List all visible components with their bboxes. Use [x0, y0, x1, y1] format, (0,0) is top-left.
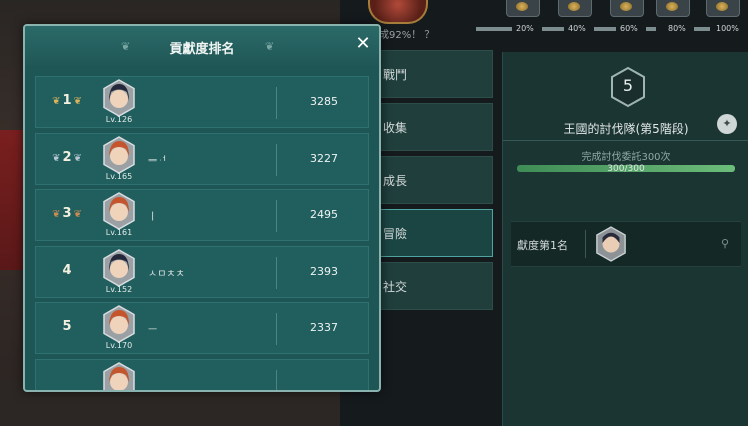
crest-emblem-icon	[368, 0, 428, 24]
contribution-score: 3227	[310, 151, 338, 165]
top-contributor-label: 獻度第1名	[517, 239, 568, 252]
milestone-label: 100%	[716, 24, 739, 33]
avatar	[596, 226, 626, 262]
tab-label: 社交	[383, 280, 408, 294]
player-name: ㅣ	[148, 212, 158, 223]
close-button[interactable]: ✕	[353, 34, 373, 54]
divider	[276, 256, 277, 289]
milestone-reward-icon[interactable]	[706, 0, 740, 17]
divider	[276, 200, 277, 232]
player-name: ㅡ	[148, 325, 158, 336]
avatar[interactable]	[102, 305, 136, 343]
milestone-segment	[646, 27, 656, 31]
tab-label: 戰鬥	[383, 68, 408, 82]
gold-laurel-icon: ❦	[73, 96, 82, 107]
achievement-level: 5	[622, 76, 634, 95]
contribution-ranking-dialog: ❦ 貢獻度排名 ❦ ✕ ❦ 1 ❦ Lv.126 3285 ❦ 2 ❦ Lv.165 ᆖᆟ 3227…	[23, 24, 381, 392]
tab-label: 收集	[383, 121, 408, 135]
search-icon[interactable]: ⚲	[721, 237, 729, 250]
ranking-row[interactable]: ❦ 3 ❦ Lv.161 ㅣ 2495	[35, 189, 369, 241]
rank-number: ❦ 2 ❦	[42, 150, 92, 165]
avatar[interactable]	[102, 135, 136, 174]
ranking-row[interactable]: ❦ 2 ❦ Lv.165 ᆖᆟ 3227	[35, 132, 369, 185]
milestone-segment	[542, 27, 564, 31]
rank-number: ❦ 1 ❦	[42, 93, 92, 108]
rank-value: 1	[62, 93, 72, 108]
milestone-reward-icon[interactable]	[656, 0, 690, 17]
achievement-description: 完成討伐委託300次	[581, 152, 671, 163]
contribution-score: 2495	[310, 208, 338, 221]
contribution-score: 2337	[310, 321, 338, 334]
player-level: Lv.126	[105, 115, 133, 124]
milestone-label: 20%	[516, 24, 534, 33]
tab-label: 冒險	[383, 227, 408, 241]
overall-progress-text: 成92%！ ？	[379, 30, 435, 41]
avatar[interactable]	[102, 248, 136, 287]
divider	[276, 313, 277, 345]
divider	[585, 230, 586, 258]
player-name: ᆖᆟ	[148, 155, 167, 167]
player-name: ㅅㅁㅊㅊ	[148, 268, 185, 280]
player-level: Lv.161	[105, 228, 133, 237]
rank-number: 5	[62, 319, 72, 334]
contribution-score: 3285	[310, 95, 338, 108]
milestone-label: 80%	[668, 24, 686, 33]
achievement-detail-panel: 5 ✦ 王國的討伐隊(第5階段) 完成討伐委託300次 300/300 獻度第1…	[502, 52, 748, 426]
player-level: Lv.165	[105, 171, 133, 181]
rank-number: 4	[62, 262, 72, 278]
rank-value: 3	[62, 206, 72, 221]
milestone-label: 40%	[568, 24, 586, 33]
achievement-title: 王國的討伐隊(第5階段)	[563, 122, 689, 136]
avatar[interactable]	[102, 79, 136, 117]
milestone-bar: 20% 40% 60% 80% 100%	[476, 0, 748, 40]
milestone-label: 60%	[620, 24, 638, 33]
divider	[503, 140, 748, 141]
milestone-segment	[694, 27, 710, 31]
avatar[interactable]	[102, 361, 136, 393]
milestone-reward-icon[interactable]	[558, 0, 592, 17]
achievement-progress-text: 300/300	[607, 164, 645, 174]
player-level: Lv.170	[105, 341, 133, 350]
silver-laurel-icon: ❦	[73, 152, 82, 164]
top-contributor-row[interactable]: 獻度第1名 ⚲	[511, 221, 741, 267]
divider	[276, 369, 277, 390]
bronze-laurel-icon: ❦	[73, 209, 82, 220]
dialog-header: ❦ 貢獻度排名 ❦ ✕	[25, 26, 379, 66]
ranking-row[interactable]	[35, 358, 369, 393]
rank-number: ❦ 3 ❦	[42, 206, 92, 221]
gold-laurel-icon: ❦	[52, 96, 61, 107]
leaf-ornament-icon: ❦	[265, 40, 275, 53]
contribution-score: 2393	[310, 264, 338, 278]
silver-laurel-icon: ❦	[52, 152, 61, 164]
milestone-reward-icon[interactable]	[610, 0, 644, 17]
ranking-row[interactable]: 4 Lv.152 ㅅㅁㅊㅊ 2393	[35, 245, 369, 298]
ranking-row[interactable]: ❦ 1 ❦ Lv.126 3285	[35, 76, 369, 128]
milestone-segment	[594, 27, 616, 31]
divider	[276, 87, 277, 119]
divider	[276, 143, 277, 176]
player-level: Lv.152	[105, 284, 133, 294]
rank-value: 2	[62, 149, 72, 165]
avatar[interactable]	[102, 192, 136, 230]
milestone-reward-icon[interactable]	[506, 0, 540, 17]
bronze-laurel-icon: ❦	[52, 209, 61, 220]
tab-label: 成長	[383, 174, 408, 188]
ranking-row[interactable]: 5 Lv.170 ㅡ 2337	[35, 302, 369, 354]
milestone-segment	[476, 27, 512, 31]
dialog-title: 貢獻度排名	[169, 42, 235, 57]
